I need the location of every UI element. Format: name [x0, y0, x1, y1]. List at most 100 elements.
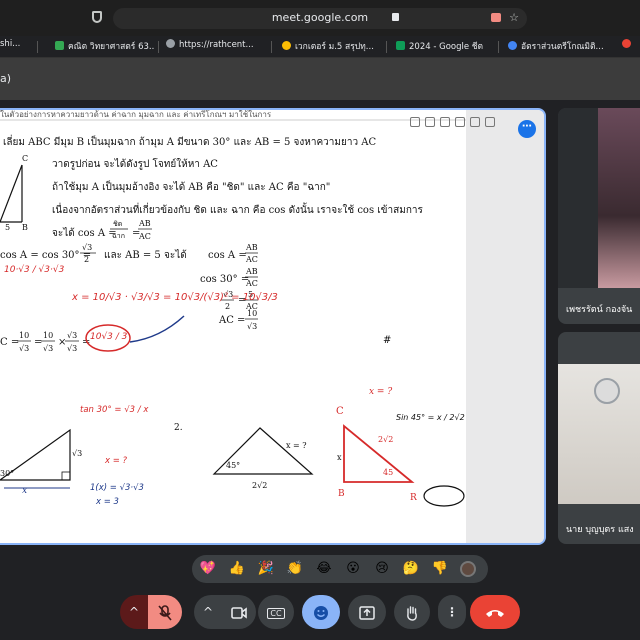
more-vert-icon: ⋮ [446, 605, 458, 619]
svg-text:45: 45 [383, 468, 393, 477]
reaction-sad[interactable]: 😢 [373, 560, 391, 578]
bookmark-item[interactable]: อัตราส่วนตรีโกณมิติ... [508, 39, 608, 55]
hang-up-icon [486, 609, 504, 617]
reactions-bar: 💖 👍 🎉 👏 😂 😮 😢 🤔 👎 [192, 555, 488, 583]
svg-text:B: B [22, 223, 28, 232]
address-bar[interactable]: meet.google.com ☆ [113, 8, 527, 29]
svg-text:5: 5 [5, 223, 10, 232]
svg-text:√3: √3 [43, 344, 53, 353]
doc-header: ในตัวอย่างการหาความยาวด้าน ค่าฉาก มุมฉาก… [0, 110, 272, 119]
svg-text:B: B [338, 489, 345, 499]
screen-share-tile[interactable]: ในตัวอย่างการหาความยาวด้าน ค่าฉาก มุมฉาก… [0, 108, 546, 545]
history-icon[interactable] [485, 117, 495, 127]
video-camera-icon [231, 606, 247, 619]
doc-line-5: จะได้ cos A = [52, 227, 117, 239]
svg-text:x = ?: x = ? [286, 441, 307, 450]
mic-off-icon [158, 604, 172, 621]
leave-call-button[interactable] [470, 595, 520, 629]
svg-text:ชิด: ชิด [113, 220, 122, 228]
doc-line-4: เนื่องจากอัตราส่วนที่เกี่ยวข้องกับ ชิด แ… [52, 202, 423, 216]
reaction-party[interactable]: 🎉 [257, 560, 275, 578]
svg-text:#: # [383, 335, 391, 346]
reaction-laugh[interactable]: 😂 [315, 560, 333, 578]
smiley-icon [314, 605, 328, 620]
more-options-button[interactable]: ⋮ [438, 595, 466, 629]
reaction-thumbs-up[interactable]: 👍 [228, 560, 246, 578]
participant-tile[interactable]: นาย บุญบุตร แสง [558, 332, 640, 544]
tile-more-options-icon[interactable]: ⋯ [518, 120, 536, 138]
home-icon[interactable] [425, 117, 435, 127]
svg-text:1(x) = √3·√3: 1(x) = √3·√3 [90, 483, 144, 493]
outline-icon[interactable] [470, 117, 480, 127]
svg-text:10: 10 [247, 309, 257, 318]
doc-line-2: วาดรูปก่อน จะได้ดังรูป โจทย์ให้หา AC [52, 157, 218, 170]
svg-text:cos 30° =: cos 30° = [200, 274, 249, 285]
camera-options-button[interactable]: ^ [194, 595, 222, 629]
mic-toggle-button[interactable] [148, 595, 182, 629]
meet-header: a) [0, 58, 640, 100]
emoji-reactions-button[interactable] [302, 595, 340, 629]
svg-text:×: × [58, 337, 66, 348]
svg-text:cos A =: cos A = [208, 250, 247, 261]
bookmark-item[interactable]: https://rathcent... [166, 39, 264, 55]
svg-text:√3: √3 [67, 331, 77, 340]
sheets-icon [396, 41, 405, 50]
reaction-thinking[interactable]: 🤔 [402, 560, 420, 578]
shield-icon[interactable] [92, 11, 102, 23]
bookmark-item[interactable]: คณิต วิทยาศาสตร์ 63... [55, 39, 155, 55]
skin-tone-icon[interactable] [460, 561, 476, 577]
participant-tile[interactable]: เพชรรัตน์ กองจัน [558, 108, 640, 324]
svg-text:x = ?: x = ? [369, 387, 392, 397]
svg-text:R: R [410, 493, 417, 503]
camera-toggle-button[interactable] [222, 595, 256, 629]
svg-text:10√3 / 3: 10√3 / 3 [90, 331, 128, 342]
present-button[interactable] [348, 595, 386, 629]
doc-line-3: ถ้าใช้มุม A เป็นมุมอ้างอิง จะได้ AB คือ … [52, 179, 330, 193]
bookmark-item[interactable]: 2024 - Google ชีต [396, 39, 496, 55]
meeting-stage: ในตัวอย่างการหาความยาวด้าน ค่าฉาก มุมฉาก… [0, 100, 640, 552]
bookmark-item[interactable]: shi... [0, 39, 32, 55]
svg-text:2: 2 [84, 255, 89, 264]
reaction-clap[interactable]: 👏 [286, 560, 304, 578]
google-icon [508, 41, 517, 50]
present-screen-icon [359, 605, 375, 620]
participant-video [598, 108, 640, 288]
math-worksheet: ในตัวอย่างการหาความยาวด้าน ค่าฉาก มุมฉาก… [0, 110, 466, 543]
mic-options-button[interactable]: ^ [120, 595, 148, 629]
svg-text:AC: AC [245, 255, 258, 264]
svg-text:√3: √3 [19, 344, 29, 353]
svg-text:x = 10/√3 · √3/√3 = 10√3/(√3)²: x = 10/√3 · √3/√3 = 10√3/(√3)² = 10√3/3 [71, 292, 278, 303]
drive-icon [55, 41, 64, 50]
raise-hand-button[interactable] [394, 595, 430, 629]
svg-text:=: = [34, 337, 42, 348]
svg-text:C =: C = [0, 337, 19, 348]
zoom-icon[interactable] [440, 117, 450, 127]
bookmark-star-icon[interactable]: ☆ [509, 11, 519, 24]
captions-button[interactable]: CC [258, 595, 294, 629]
svg-text:C: C [22, 154, 28, 163]
participant-name: นาย บุญบุตร แสง [566, 525, 634, 535]
thumbnail-icon[interactable] [410, 117, 420, 127]
camera-recording-icon[interactable] [491, 13, 501, 22]
svg-text:45°: 45° [226, 461, 240, 470]
svg-text:2: 2 [225, 302, 230, 311]
svg-text:AC: AC [245, 279, 258, 288]
svg-text:10: 10 [19, 331, 29, 340]
chevron-up-icon: ^ [202, 605, 214, 619]
chrome-icon[interactable] [622, 39, 636, 55]
doc-line-1: เลี่ยม ABC มีมุม B เป็นมุมฉาก ถ้ามุม A ม… [3, 134, 376, 148]
svg-text:AC =: AC = [218, 315, 245, 326]
svg-text:10·√3 / √3·√3: 10·√3 / √3·√3 [4, 264, 65, 275]
reaction-heart[interactable]: 💖 [199, 560, 217, 578]
meeting-title: a) [0, 72, 12, 85]
reaction-surprised[interactable]: 😮 [344, 560, 362, 578]
bookmark-item[interactable]: เวกเตอร์ ม.5 สรุปทุ... [282, 39, 384, 55]
svg-text:10: 10 [43, 331, 53, 340]
page-icon[interactable] [455, 117, 465, 127]
svg-text:C: C [336, 406, 344, 417]
svg-text:และ AB = 5 จะได้: และ AB = 5 จะได้ [104, 249, 187, 261]
svg-text:2√2: 2√2 [252, 481, 267, 490]
reaction-thumbs-down[interactable]: 👎 [431, 560, 449, 578]
svg-text:√3: √3 [82, 243, 92, 252]
participant-name: เพชรรัตน์ กองจัน [566, 305, 633, 315]
